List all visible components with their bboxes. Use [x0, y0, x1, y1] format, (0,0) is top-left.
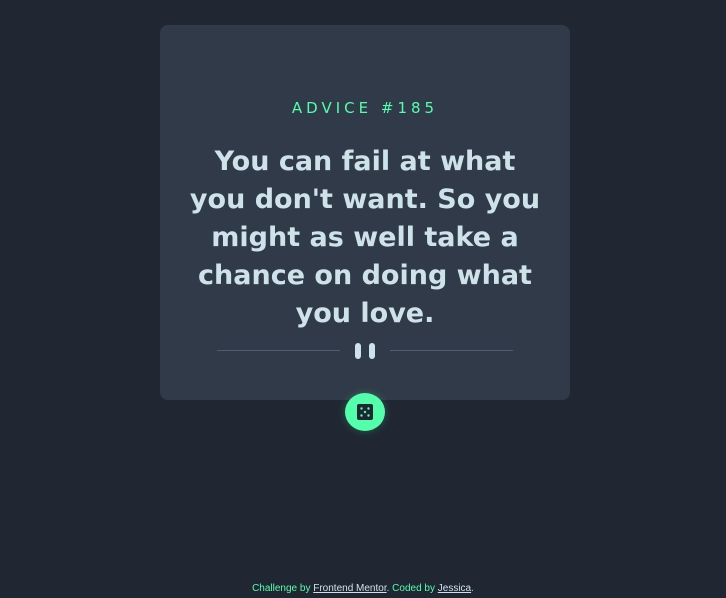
generate-advice-button[interactable]	[345, 393, 385, 431]
divider	[217, 341, 513, 359]
divider-line-left	[217, 350, 340, 351]
pause-icon	[355, 343, 375, 359]
advice-id: ADVICE #185	[291, 99, 439, 117]
author-link[interactable]: Jessica	[438, 583, 471, 594]
attribution-suffix: .	[471, 583, 474, 594]
advice-card: ADVICE #185 You can fail at what you don…	[160, 25, 570, 400]
attribution-prefix: Challenge by	[252, 583, 314, 594]
attribution: Challenge by Frontend Mentor. Coded by J…	[0, 583, 726, 594]
pause-bar-right	[369, 343, 375, 359]
pause-bar-left	[355, 343, 361, 359]
attribution-middle: . Coded by	[386, 583, 438, 594]
advice-quote: You can fail at what you don't want. So …	[189, 146, 541, 329]
divider-line-right	[390, 350, 513, 351]
frontend-mentor-link[interactable]: Frontend Mentor	[313, 583, 386, 594]
dice-icon	[357, 404, 373, 420]
